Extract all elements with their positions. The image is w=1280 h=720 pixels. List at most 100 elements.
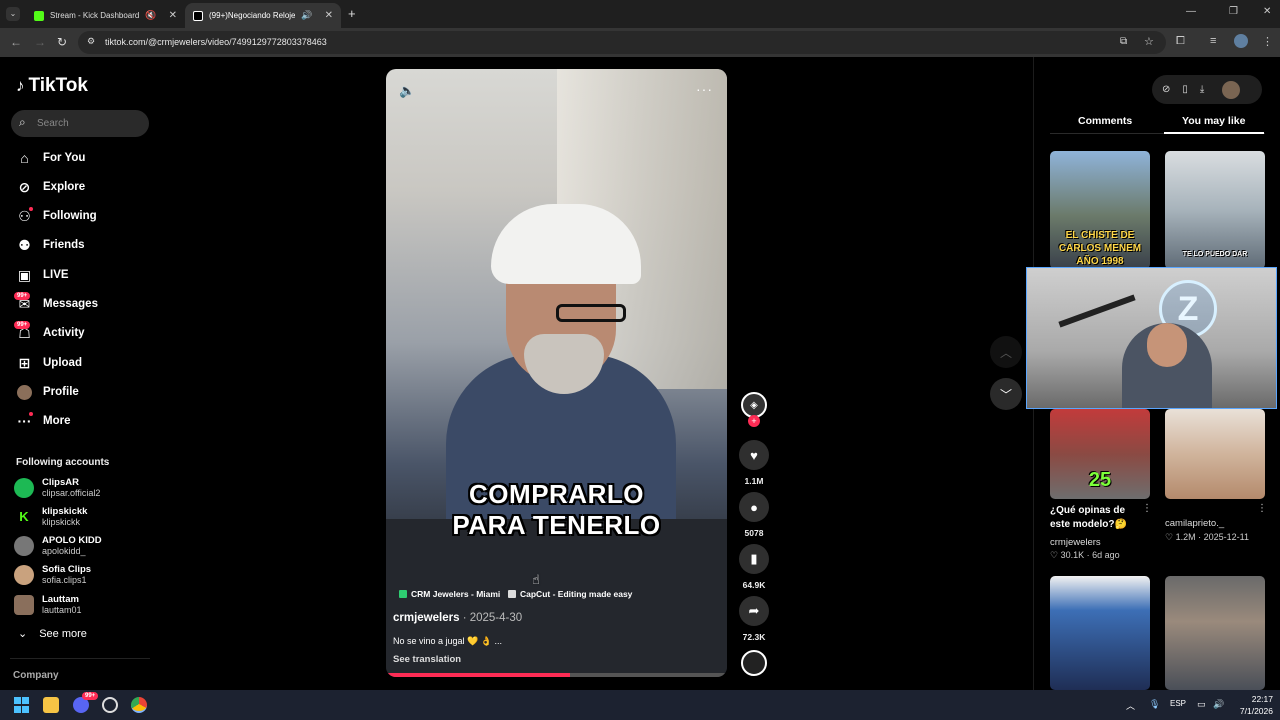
card-date: · 2025-12-11 — [1198, 532, 1249, 542]
nav-label: LIVE — [43, 269, 69, 281]
reload-icon[interactable]: ↻ — [57, 35, 67, 49]
tab-kick-dashboard[interactable]: Stream - Kick Dashboard 🔇 ✕ — [26, 3, 182, 28]
nav-label: Messages — [43, 298, 98, 310]
account-clipsar[interactable]: ClipsAR clipsar.official2 — [14, 477, 100, 499]
restore-window-icon[interactable]: ❐ — [1229, 6, 1238, 17]
share-arrow-icon: ➦ — [748, 603, 760, 618]
recommended-video-thumbnail[interactable]: 25 — [1050, 409, 1150, 499]
omnibox[interactable]: ⚙ tiktok.com/@crmjewelers/video/74991297… — [78, 31, 1166, 54]
nav-upload[interactable]: ⊞ Upload — [16, 353, 82, 373]
site-info-icon[interactable]: ⚙ — [87, 36, 95, 47]
nav-explore[interactable]: ⊘ Explore — [16, 177, 86, 197]
back-icon[interactable]: ← — [10, 35, 22, 49]
download-icon[interactable]: ⤓ — [1200, 84, 1204, 95]
avatar — [14, 536, 34, 556]
volume-tray-icon[interactable]: 🔊 — [1213, 699, 1224, 710]
chrome-menu-icon[interactable]: ⋮ — [1262, 35, 1273, 48]
tray-expand-icon[interactable]: ︿ — [1126, 699, 1135, 712]
phone-icon[interactable]: ▯ — [1182, 84, 1188, 95]
recommended-video-thumbnail[interactable]: TE LO PUEDO DAR — [1165, 151, 1265, 269]
volume-icon[interactable]: 🔈 — [399, 83, 415, 99]
tab-comments[interactable]: Comments — [1078, 115, 1132, 127]
video-player[interactable]: COMPRARLO PARA TENERLO 🔈 ··· CRM Jeweler… — [386, 69, 727, 677]
author-handle[interactable]: crmjewelers — [393, 612, 460, 624]
nav-more[interactable]: ··· More — [16, 411, 70, 431]
windows-start-icon[interactable] — [13, 697, 29, 713]
caption-line-2: PARA TENERLO — [452, 510, 661, 540]
video-author[interactable]: crmjewelers · 2025-4-30 — [393, 612, 522, 624]
profile-avatar-icon[interactable] — [1234, 34, 1248, 48]
tab-search-button[interactable]: ⌄ — [6, 7, 20, 21]
account-lauttam[interactable]: Lauttam lauttam01 — [14, 594, 82, 616]
card-title[interactable]: ¿Qué opinas de este modelo?🤔 — [1050, 504, 1140, 532]
company-link[interactable]: Company — [13, 670, 59, 681]
extensions-icon[interactable]: ⧠ — [1176, 35, 1185, 48]
save-button[interactable]: ▮ — [739, 544, 769, 574]
close-tab-icon[interactable]: ✕ — [169, 10, 177, 21]
compass-icon: ⊘ — [18, 178, 31, 195]
nav-following[interactable]: ⚇ Following — [16, 206, 97, 226]
close-tab-icon[interactable]: ✕ — [325, 10, 333, 21]
see-translation-link[interactable]: See translation — [393, 654, 461, 665]
file-explorer-icon[interactable] — [43, 697, 59, 713]
card-more-icon[interactable]: ⋮ — [1257, 503, 1267, 514]
recommended-video-thumbnail[interactable] — [1165, 409, 1265, 499]
nav-label: Profile — [43, 386, 79, 398]
tab-you-may-like[interactable]: You may like — [1182, 115, 1245, 127]
nav-for-you[interactable]: ⌂ For You — [16, 148, 85, 168]
capcut-anchor[interactable]: CapCut - Editing made easy — [508, 589, 632, 599]
recommended-video-thumbnail[interactable]: EL CHISTE DE CARLOS MENEM AÑO 1998 — [1050, 151, 1150, 269]
video-more-options-icon[interactable]: ··· — [696, 81, 713, 97]
account-sofia-clips[interactable]: Sofia Clips sofia.clips1 — [14, 564, 91, 586]
url-text[interactable]: tiktok.com/@crmjewelers/video/7499129772… — [105, 37, 327, 47]
forward-icon[interactable]: → — [34, 35, 46, 49]
previous-video-button[interactable]: ︿ — [990, 336, 1022, 368]
compass-icon[interactable]: ⊘ — [1162, 84, 1170, 95]
chrome-icon[interactable] — [131, 697, 147, 713]
card-more-icon[interactable]: ⋮ — [1142, 503, 1152, 514]
recommended-video-thumbnail[interactable] — [1050, 576, 1150, 690]
audio-playing-icon[interactable]: 🔊 — [301, 10, 312, 21]
video-subject-glasses — [556, 304, 626, 322]
nav-messages[interactable]: ✉ 99+ Messages — [14, 291, 98, 314]
nav-friends[interactable]: ⚉ Friends — [16, 235, 84, 255]
language-indicator[interactable]: ESP — [1170, 699, 1186, 708]
system-clock[interactable]: 22:17 7/1/2026 — [1233, 693, 1273, 717]
account-apolo-kidd[interactable]: APOLO KIDD apolokidd_ — [14, 535, 102, 557]
next-video-button[interactable]: ﹀ — [990, 378, 1022, 410]
microphone-icon[interactable]: 🎙 — [1149, 699, 1160, 710]
discord-icon[interactable]: 99+ — [73, 692, 99, 713]
tab-tiktok-video[interactable]: (99+)Negociando Relojes E 🔊 ✕ — [185, 3, 341, 28]
account-handle: clipsar.official2 — [42, 488, 101, 498]
follow-plus-icon[interactable]: + — [748, 415, 760, 427]
new-tab-button[interactable]: + — [348, 6, 356, 21]
search-input[interactable]: ⌕ Search — [11, 110, 149, 137]
tiktok-logo[interactable]: ♪ TikTok — [16, 75, 88, 97]
account-klipskickk[interactable]: K klipskickk klipskickk — [14, 506, 87, 528]
nav-activity[interactable]: ☖ 99+ Activity — [14, 320, 85, 343]
chevron-down-icon: ⌄ — [18, 628, 28, 640]
card-username[interactable]: camilaprieto._ — [1165, 518, 1224, 529]
music-disc-icon[interactable] — [741, 650, 767, 676]
network-icon[interactable]: ▭ — [1197, 699, 1206, 710]
install-app-icon[interactable]: ⧉ — [1120, 36, 1127, 47]
comment-button[interactable]: ● — [739, 492, 769, 522]
location-anchor[interactable]: CRM Jewelers - Miami — [399, 589, 500, 599]
muted-icon[interactable]: 🔇 — [145, 10, 156, 21]
nav-live[interactable]: ▣ LIVE — [16, 265, 69, 285]
close-window-icon[interactable]: ✕ — [1263, 6, 1271, 17]
minimize-window-icon[interactable]: — — [1186, 6, 1196, 17]
see-more-button[interactable]: ⌄ See more — [18, 627, 87, 641]
like-button[interactable]: ♥ — [739, 440, 769, 470]
account-name: APOLO KIDD — [42, 535, 102, 546]
avatar[interactable] — [1222, 80, 1241, 99]
share-button[interactable]: ➦ — [739, 596, 769, 626]
card-username[interactable]: crmjewelers — [1050, 537, 1101, 548]
obs-icon[interactable] — [102, 697, 118, 713]
media-controls-icon[interactable]: ≡ — [1210, 35, 1216, 47]
bookmark-star-icon[interactable]: ☆ — [1144, 35, 1154, 48]
nav-profile[interactable]: Profile — [16, 382, 79, 402]
recommended-video-thumbnail[interactable] — [1165, 576, 1265, 690]
see-more-label: See more — [39, 627, 87, 640]
video-progress-bar[interactable] — [386, 673, 727, 677]
